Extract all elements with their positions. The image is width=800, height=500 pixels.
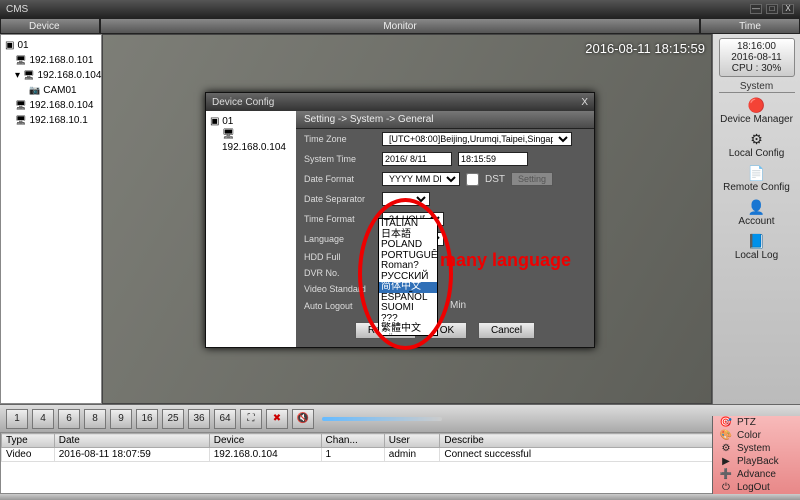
window-close-button[interactable]: X: [782, 4, 794, 14]
language-dropdown-list[interactable]: ITALIAN日本語POLANDPORTUGUÊRoman?РУССКИЙ简体中…: [378, 218, 438, 336]
tab-monitor[interactable]: Monitor: [100, 18, 700, 34]
tree-item[interactable]: 192.168.10.1: [29, 114, 87, 128]
dialog-close-button[interactable]: X: [581, 97, 588, 108]
clock-widget: 18:16:00 2016-08-11 CPU : 30%: [719, 38, 795, 77]
cancel-button[interactable]: Cancel: [478, 322, 535, 339]
play-icon: ▶: [719, 456, 733, 467]
clock-time: 18:16:00: [722, 41, 792, 52]
dialog-title: Device Config: [212, 97, 274, 108]
app-titlebar: CMS — □ X: [0, 0, 800, 18]
tree-item[interactable]: 192.168.0.104: [29, 99, 93, 113]
right-bottom-dock: 🎯PTZ 🎨Color ⚙System ▶PlayBack ➕Advance ⏻…: [712, 416, 800, 494]
datesep-select[interactable]: [382, 192, 430, 206]
dst-setting-button: Setting: [511, 172, 553, 186]
dialog-breadcrumb: Setting -> System -> General: [296, 111, 594, 129]
fullscreen-button[interactable]: ⛶: [240, 409, 262, 429]
remote-config-button[interactable]: 📄Remote Config: [719, 163, 795, 195]
right-panel: 18:16:00 2016-08-11 CPU : 30% System 🔴De…: [712, 34, 800, 404]
color-button[interactable]: 🎨Color: [713, 429, 800, 442]
plus-icon: ➕: [719, 469, 733, 480]
local-config-button[interactable]: ⚙Local Config: [719, 129, 795, 161]
tab-time[interactable]: Time: [700, 18, 800, 34]
tree-item[interactable]: 192.168.0.101: [29, 54, 93, 68]
window-max-button[interactable]: □: [766, 4, 778, 14]
logout-button[interactable]: ⏻LogOut: [713, 481, 800, 494]
tab-device[interactable]: Device: [0, 18, 100, 34]
device-manager-button[interactable]: 🔴Device Manager: [719, 95, 795, 127]
language-option[interactable]: TÜRKIYE: [379, 335, 437, 337]
log-row[interactable]: Video 2016-08-11 18:07:59 192.168.0.104 …: [2, 448, 799, 462]
log-col-date[interactable]: Date: [54, 434, 209, 448]
tree-root[interactable]: 01: [17, 39, 28, 53]
device-tree[interactable]: ▣01 192.168.0.101 ▾192.168.0.104 CAM01 1…: [0, 34, 102, 404]
layout-36-button[interactable]: 36: [188, 409, 210, 429]
user-icon: 👤: [719, 199, 795, 216]
dst-checkbox[interactable]: [466, 173, 479, 186]
right-panel-heading: System: [719, 81, 795, 93]
tree-item[interactable]: CAM01: [43, 84, 76, 98]
advance-button[interactable]: ➕Advance: [713, 468, 800, 481]
clock-date: 2016-08-11: [722, 52, 792, 63]
language-option[interactable]: 简体中文: [379, 282, 437, 293]
layout-16-button[interactable]: 16: [136, 409, 158, 429]
language-option[interactable]: SUOMI: [379, 303, 437, 314]
close-view-button[interactable]: ✖: [266, 409, 288, 429]
main-tabbar: Device Monitor Time: [0, 18, 800, 34]
system-button[interactable]: ⚙System: [713, 442, 800, 455]
language-option[interactable]: ITALIAN: [379, 219, 437, 230]
layout-1-button[interactable]: 1: [6, 409, 28, 429]
color-icon: 🎨: [719, 430, 733, 441]
log-icon: 📘: [719, 233, 795, 250]
layout-4-button[interactable]: 4: [32, 409, 54, 429]
page-icon: 📄: [719, 165, 795, 182]
language-option[interactable]: Roman?: [379, 261, 437, 272]
systime-date-input[interactable]: [382, 152, 452, 166]
playback-button[interactable]: ▶PlayBack: [713, 455, 800, 468]
tree-item[interactable]: 192.168.0.104: [37, 69, 101, 83]
layout-64-button[interactable]: 64: [214, 409, 236, 429]
layout-6-button[interactable]: 6: [58, 409, 80, 429]
volume-slider[interactable]: [322, 417, 442, 421]
layout-8-button[interactable]: 8: [84, 409, 106, 429]
log-col-device[interactable]: Device: [209, 434, 321, 448]
mute-button[interactable]: 🔇: [292, 409, 314, 429]
systime-time-input[interactable]: [458, 152, 528, 166]
log-col-user[interactable]: User: [384, 434, 440, 448]
window-min-button[interactable]: —: [750, 4, 762, 14]
ptz-button[interactable]: 🎯PTZ: [713, 416, 800, 429]
log-col-type[interactable]: Type: [2, 434, 55, 448]
language-option[interactable]: 繁體中文: [379, 324, 437, 335]
local-log-button[interactable]: 📘Local Log: [719, 231, 795, 263]
gear-icon: ⚙: [719, 131, 795, 148]
record-icon: 🔴: [719, 97, 795, 114]
power-icon: ⏻: [719, 482, 733, 493]
timezone-select[interactable]: [UTC+08:00]Beijing,Urumqi,Taipei,Singapo…: [382, 132, 572, 146]
video-osd-timestamp: 2016-08-11 18:15:59: [585, 41, 705, 56]
account-button[interactable]: 👤Account: [719, 197, 795, 229]
event-log[interactable]: Type Date Device Chan... User Describe V…: [0, 432, 800, 494]
status-bar: [0, 494, 800, 500]
layout-9-button[interactable]: 9: [110, 409, 132, 429]
log-col-channel[interactable]: Chan...: [321, 434, 384, 448]
app-title: CMS: [6, 4, 28, 15]
gear-icon: ⚙: [719, 443, 733, 454]
clock-cpu: CPU : 30%: [722, 63, 792, 74]
dateformat-select[interactable]: YYYY MM DD: [382, 172, 460, 186]
language-option[interactable]: POLAND: [379, 240, 437, 251]
layout-25-button[interactable]: 25: [162, 409, 184, 429]
layout-toolbar: 1 4 6 8 9 16 25 36 64 ⛶ ✖ 🔇: [0, 404, 800, 432]
dialog-device-tree[interactable]: ▣ 01 🖥 192.168.0.104: [206, 111, 296, 347]
ptz-icon: 🎯: [719, 417, 733, 428]
